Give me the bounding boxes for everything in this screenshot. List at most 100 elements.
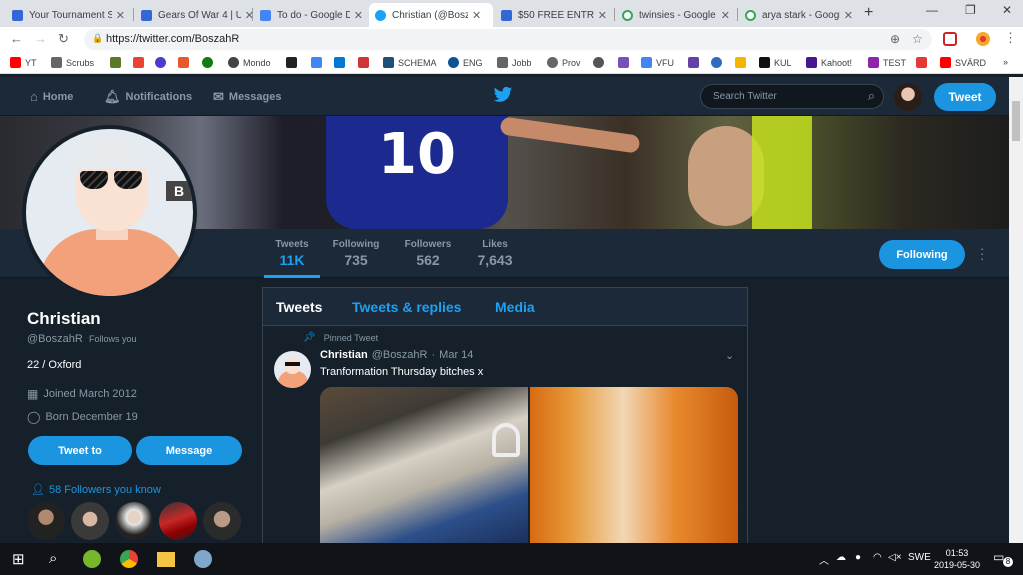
bookmark-item[interactable] [735,57,750,68]
wifi-icon[interactable]: ◠ [873,552,882,563]
tab-media[interactable]: Media [495,299,535,315]
close-window-icon[interactable]: ✕ [1002,3,1012,17]
tweet-media[interactable] [320,387,738,544]
tweet-photo[interactable] [530,387,738,544]
forward-icon[interactable]: → [34,31,47,46]
account-avatar[interactable] [894,83,922,111]
tweet-author[interactable]: Christian @BoszahR · Mar 14 [320,349,473,361]
app-icon[interactable] [194,550,212,568]
follower-avatar[interactable] [159,502,197,540]
close-tab-icon[interactable]: ✕ [472,9,481,22]
search-icon[interactable]: ⌕ [868,88,875,104]
bookmark-item[interactable]: VFU [641,57,674,68]
scrollbar-thumb[interactable] [1012,101,1020,141]
bookmark-item[interactable]: Scrubs [51,57,94,68]
browser-tab[interactable]: Gears Of War 4 | U ✕ [135,3,260,27]
bookmark-item[interactable]: SVÄRD [940,57,986,68]
bookmark-item[interactable] [202,57,217,68]
profile-extension-icon[interactable] [976,32,990,46]
bookmark-item[interactable]: TEST [868,57,906,68]
stat-following[interactable]: Following 735 [332,239,380,268]
bookmark-item[interactable] [286,57,301,68]
bookmark-item[interactable]: SCHEMA [383,57,437,68]
close-tab-icon[interactable]: ✕ [116,9,125,22]
cloud-icon[interactable]: ☁ [836,552,846,563]
file-explorer-icon[interactable] [157,552,175,567]
bookmark-item[interactable] [358,57,373,68]
bookmark-item[interactable] [916,57,931,68]
twitter-bird-icon[interactable] [493,86,513,104]
close-tab-icon[interactable]: ✕ [354,9,363,22]
follower-avatar[interactable] [27,502,65,540]
followers-you-know-link[interactable]: 👤︎ 58 Followers you know [31,483,161,497]
bookmark-item[interactable]: Jobb [497,57,532,68]
bookmark-item[interactable] [334,57,349,68]
bookmark-item[interactable]: Mondo [228,57,271,68]
close-tab-icon[interactable]: ✕ [844,9,853,22]
windows-start-icon[interactable]: ⊞ [12,550,25,568]
bookmark-item[interactable]: YT [10,57,37,68]
bookmark-item[interactable] [110,57,125,68]
tab-tweets-replies[interactable]: Tweets & replies [352,299,461,315]
chrome-icon[interactable] [120,550,138,568]
bookmark-item[interactable] [178,57,193,68]
bookmarks-overflow[interactable]: » [1003,57,1008,67]
bookmark-item[interactable] [593,57,608,68]
following-button[interactable]: Following [879,240,965,269]
compose-tweet-button[interactable]: Tweet [934,83,996,111]
extension-icon[interactable] [943,32,957,46]
message-button[interactable]: Message [136,436,242,465]
browser-tab[interactable]: To do - Google Do ✕ [254,3,369,27]
bookmark-item[interactable] [688,57,703,68]
bookmark-item[interactable]: Prov [547,57,581,68]
nav-home[interactable]: ⌂ Home [30,89,73,104]
bookmark-item[interactable]: Kahoot! [806,57,852,68]
address-bar[interactable]: 🔒 https://twitter.com/BoszahR ⊕ ☆ [84,29,932,50]
stat-likes[interactable]: Likes 7,643 [475,239,515,268]
new-tab-button[interactable]: + [864,4,873,22]
bookmark-item[interactable] [155,57,170,68]
utorrent-icon[interactable] [83,550,101,568]
browser-tab[interactable]: arya stark - Google ✕ [739,3,859,27]
more-options-icon[interactable]: · · · [980,242,984,265]
profile-avatar[interactable]: B [22,125,197,300]
follower-avatar[interactable] [71,502,109,540]
menu-dots-icon[interactable]: ⋮ [1004,30,1017,46]
bookmark-item[interactable] [311,57,326,68]
nav-messages[interactable]: ✉ Messages [213,89,282,105]
reload-icon[interactable]: ↻ [58,31,69,47]
stat-tweets[interactable]: Tweets 11K [274,239,310,268]
antivirus-icon[interactable]: ● [855,552,861,563]
search-input[interactable]: Search Twitter ⌕ [700,84,884,109]
follower-avatar[interactable] [203,502,241,540]
taskbar-clock[interactable]: 01:53 2019-05-30 [934,547,980,571]
stat-followers[interactable]: Followers 562 [403,239,453,268]
browser-tab[interactable]: Your Tournament S ✕ [6,3,131,27]
tweet-photo[interactable] [320,387,528,544]
restore-icon[interactable]: ❐ [965,3,976,17]
bookmark-item[interactable]: KUL [759,57,792,68]
zoom-icon[interactable]: ⊕ [890,32,900,46]
minimize-icon[interactable]: — [926,3,938,17]
bookmark-item[interactable] [618,57,633,68]
browser-tab[interactable]: $50 FREE ENTRY T ✕ [495,3,613,27]
page-scrollbar[interactable] [1009,77,1023,543]
tab-tweets[interactable]: Tweets [276,299,322,315]
browser-tab[interactable]: twinsies - Google ✕ [616,3,736,27]
tray-chevron-icon[interactable]: ︿ [819,552,829,567]
search-icon[interactable]: ⌕ [49,550,57,567]
browser-tab-active[interactable]: Christian (@Boszah ✕ [369,3,493,27]
close-tab-icon[interactable]: ✕ [598,9,607,22]
language-indicator[interactable]: SWE [908,552,931,563]
bookmark-item[interactable] [133,57,148,68]
bookmark-star-icon[interactable]: ☆ [912,32,923,46]
tweet-author-avatar[interactable] [274,351,311,388]
nav-notifications[interactable]: 🔔︎ Notifications [104,89,192,105]
follower-avatar[interactable] [115,502,153,540]
close-tab-icon[interactable]: ✕ [721,9,730,22]
bookmark-item[interactable]: ENG [448,57,483,68]
chevron-down-icon[interactable]: ⌄ [725,349,734,362]
bookmark-item[interactable] [711,57,726,68]
back-icon[interactable]: ← [10,31,23,46]
tweet-to-button[interactable]: Tweet to [28,436,132,465]
